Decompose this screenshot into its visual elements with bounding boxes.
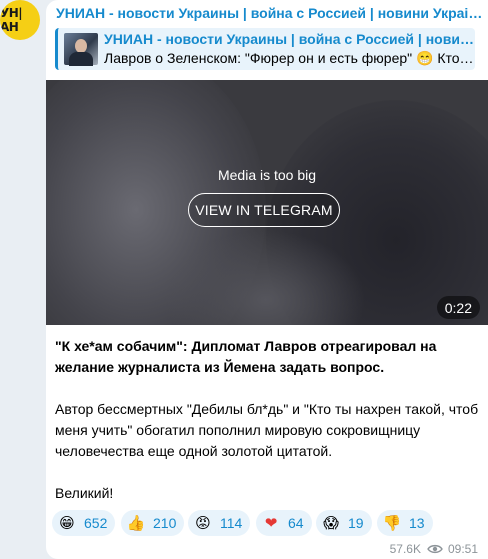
reaction-thumbs-down[interactable]: 👎 13: [377, 510, 433, 536]
reaction-count: 64: [288, 515, 304, 531]
reaction-count: 13: [409, 515, 425, 531]
video-duration: 0:22: [436, 296, 480, 319]
reaction-count: 114: [220, 515, 243, 531]
thumbs-down-emoji-icon: 👎: [382, 514, 402, 532]
reaction-count: 210: [153, 515, 177, 531]
view-in-telegram-button[interactable]: VIEW IN TELEGRAM: [188, 193, 340, 227]
reaction-count: 652: [84, 515, 108, 531]
grin-emoji-icon: 😁: [59, 514, 75, 532]
avatar-logo-text: УН|АН: [0, 6, 23, 34]
message-time: 09:51: [447, 542, 478, 556]
reaction-count: 19: [348, 515, 364, 531]
view-count: 57.6K: [389, 542, 421, 556]
reply-preview[interactable]: УНИАН - новости Украины | война с Россие…: [55, 28, 475, 70]
reaction-thumbs-up[interactable]: 👍 210: [121, 510, 185, 536]
reaction-angry[interactable]: 😡 114: [188, 510, 251, 536]
heart-emoji-icon: ❤: [264, 514, 278, 532]
message-closing: Великий!: [55, 485, 114, 501]
reply-text: Лавров о Зеленском: "Фюрер он и есть фюр…: [104, 50, 474, 66]
message-meta: 57.6K 09:51: [390, 541, 478, 557]
reaction-heart[interactable]: ❤ 64: [256, 510, 312, 536]
message-headline: "К хе*ам собачим": Дипломат Лавров отреа…: [55, 338, 437, 375]
media-too-big-caption: Media is too big: [217, 167, 317, 183]
channel-name[interactable]: УНИАН - новости Украины | война с Россие…: [56, 5, 484, 21]
channel-avatar[interactable]: УН|АН: [0, 0, 40, 40]
reaction-grin[interactable]: 😁 652: [52, 510, 116, 536]
eye-icon: [427, 544, 443, 554]
angry-emoji-icon: 😡: [195, 514, 211, 532]
message-text: "К хе*ам собачим": Дипломат Лавров отреа…: [55, 336, 480, 504]
thumbs-up-emoji-icon: 👍: [126, 514, 146, 532]
message-bubble: УНИАН - новости Украины | война с Россие…: [46, 0, 488, 559]
reactions-bar: 😁 652 👍 210 😡 114 ❤ 64 😱 19 👎 13: [52, 510, 482, 536]
reaction-scream[interactable]: 😱 19: [316, 510, 372, 536]
reply-title: УНИАН - новости Украины | война с Россие…: [104, 31, 474, 47]
video-media[interactable]: Media is too big VIEW IN TELEGRAM 0:22: [46, 80, 488, 325]
scream-emoji-icon: 😱: [323, 514, 339, 532]
message-body: Автор бессмертных "Дебилы бл*дь" и "Кто …: [55, 401, 479, 459]
reply-thumbnail: [64, 33, 98, 66]
